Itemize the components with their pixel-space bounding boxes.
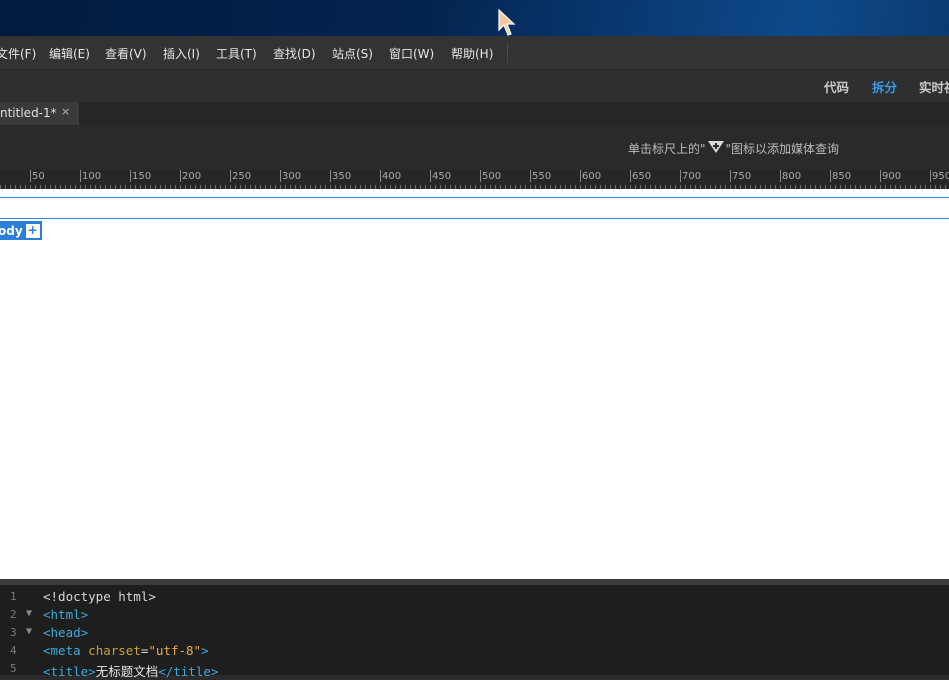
code-view[interactable]: 1 <!doctype html> 2 ▼ <html> 3 ▼ <head> 4 <meta c…	[0, 585, 949, 680]
live-view-button[interactable]: 实时视图	[919, 77, 949, 96]
line-number: 5	[10, 662, 17, 675]
ruler-major-tick	[730, 170, 731, 182]
ruler-major-tick	[230, 170, 231, 182]
ruler-major-tick	[530, 170, 531, 182]
code-text[interactable]: <title>无标题文档</title>	[43, 661, 218, 680]
line-number: 4	[10, 644, 17, 657]
code-text[interactable]: <!doctype html>	[43, 589, 156, 604]
line-number: 2	[10, 608, 17, 621]
ruler-label: 350	[332, 171, 352, 182]
menu-edit[interactable]: 编辑(E)	[49, 45, 90, 62]
menu-help[interactable]: 帮助(H)	[451, 45, 493, 62]
ruler-major-tick	[380, 170, 381, 182]
ruler-major-tick	[80, 170, 81, 182]
guide-line	[0, 218, 949, 219]
ruler-major-tick	[780, 170, 781, 182]
code-text[interactable]: <html>	[43, 607, 88, 622]
view-switcher-bar: 代码 拆分 实时视图	[0, 70, 949, 102]
code-line[interactable]: 5 <title>无标题文档</title>	[0, 660, 949, 680]
menu-view[interactable]: 查看(V)	[105, 45, 147, 62]
line-number: 3	[10, 626, 17, 639]
ruler-label: 850	[832, 171, 852, 182]
document-tab-title[interactable]: ntitled-1*	[0, 106, 57, 120]
ruler-major-tick	[130, 170, 131, 182]
document-tab-bar: ntitled-1* ×	[0, 102, 949, 125]
ruler-label: 550	[532, 171, 552, 182]
menu-file[interactable]: 文件(F)	[0, 45, 36, 62]
code-text[interactable]: <head>	[43, 625, 88, 640]
ruler-label: 500	[482, 171, 502, 182]
ruler-major-tick	[630, 170, 631, 182]
horizontal-ruler[interactable]: 50 100 150 200 250 300 350 400 450 500 550 600 650 70…	[0, 170, 949, 189]
ruler-major-tick	[830, 170, 831, 182]
menu-find[interactable]: 查找(D)	[273, 45, 316, 62]
split-view-button[interactable]: 拆分	[872, 77, 897, 96]
code-view-button[interactable]: 代码	[824, 77, 849, 96]
ruler-major-tick	[430, 170, 431, 182]
ruler-major-tick	[930, 170, 931, 182]
ruler-major-tick	[30, 170, 31, 182]
ruler-label: 100	[82, 171, 102, 182]
ruler-label: 700	[682, 171, 702, 182]
ruler-label: 300	[282, 171, 302, 182]
menu-tools[interactable]: 工具(T)	[216, 45, 257, 62]
menu-bar: 文件(F) 编辑(E) 查看(V) 插入(I) 工具(T) 查找(D) 站点(S…	[0, 36, 949, 70]
ruler-label: 950	[932, 171, 949, 182]
ruler-major-tick	[680, 170, 681, 182]
ruler-label: 150	[132, 171, 152, 182]
guide-line	[0, 197, 949, 198]
menu-site[interactable]: 站点(S)	[332, 45, 373, 62]
ruler-major-tick	[580, 170, 581, 182]
code-line[interactable]: 1 <!doctype html>	[0, 588, 949, 606]
code-line[interactable]: 2 ▼ <html>	[0, 606, 949, 624]
ruler-label: 800	[782, 171, 802, 182]
code-text[interactable]: <meta charset="utf-8">	[43, 643, 209, 658]
ruler-label: 900	[882, 171, 902, 182]
media-query-hint-after: "图标以添加媒体查询	[725, 142, 840, 156]
body-tag-label: ody	[0, 223, 23, 238]
media-query-hint: 单击标尺上的" "图标以添加媒体查询	[628, 140, 839, 157]
add-element-button[interactable]: +	[25, 223, 40, 238]
ruler-label: 200	[182, 171, 202, 182]
menu-window[interactable]: 窗口(W)	[389, 45, 434, 62]
ruler-major-tick	[480, 170, 481, 182]
line-number: 1	[10, 590, 17, 603]
ruler-label: 600	[582, 171, 602, 182]
ruler-major-tick	[280, 170, 281, 182]
ruler-label: 50	[32, 171, 45, 182]
ruler-label: 650	[632, 171, 652, 182]
body-element-tag[interactable]: ody +	[0, 221, 42, 240]
fold-toggle-icon[interactable]: ▼	[26, 626, 32, 637]
document-tab[interactable]: ntitled-1* ×	[0, 102, 79, 125]
design-view[interactable]: ody +	[0, 189, 949, 579]
menu-insert[interactable]: 插入(I)	[163, 45, 200, 62]
menu-divider	[507, 43, 508, 63]
code-line[interactable]: 4 <meta charset="utf-8">	[0, 642, 949, 660]
ruler-label: 400	[382, 171, 402, 182]
code-line[interactable]: 3 ▼ <head>	[0, 624, 949, 642]
ruler-major-tick	[330, 170, 331, 182]
fold-toggle-icon[interactable]: ▼	[26, 608, 32, 619]
ruler-label: 750	[732, 171, 752, 182]
ruler-label: 250	[232, 171, 252, 182]
ruler-label: 450	[432, 171, 452, 182]
media-query-hint-before: 单击标尺上的"	[628, 142, 706, 156]
ruler-major-tick	[180, 170, 181, 182]
close-tab-icon[interactable]: ×	[61, 105, 70, 118]
desktop-background	[0, 0, 949, 36]
ruler-major-tick	[880, 170, 881, 182]
media-query-add-icon	[706, 140, 726, 157]
media-query-bar: 单击标尺上的" "图标以添加媒体查询	[0, 125, 949, 170]
